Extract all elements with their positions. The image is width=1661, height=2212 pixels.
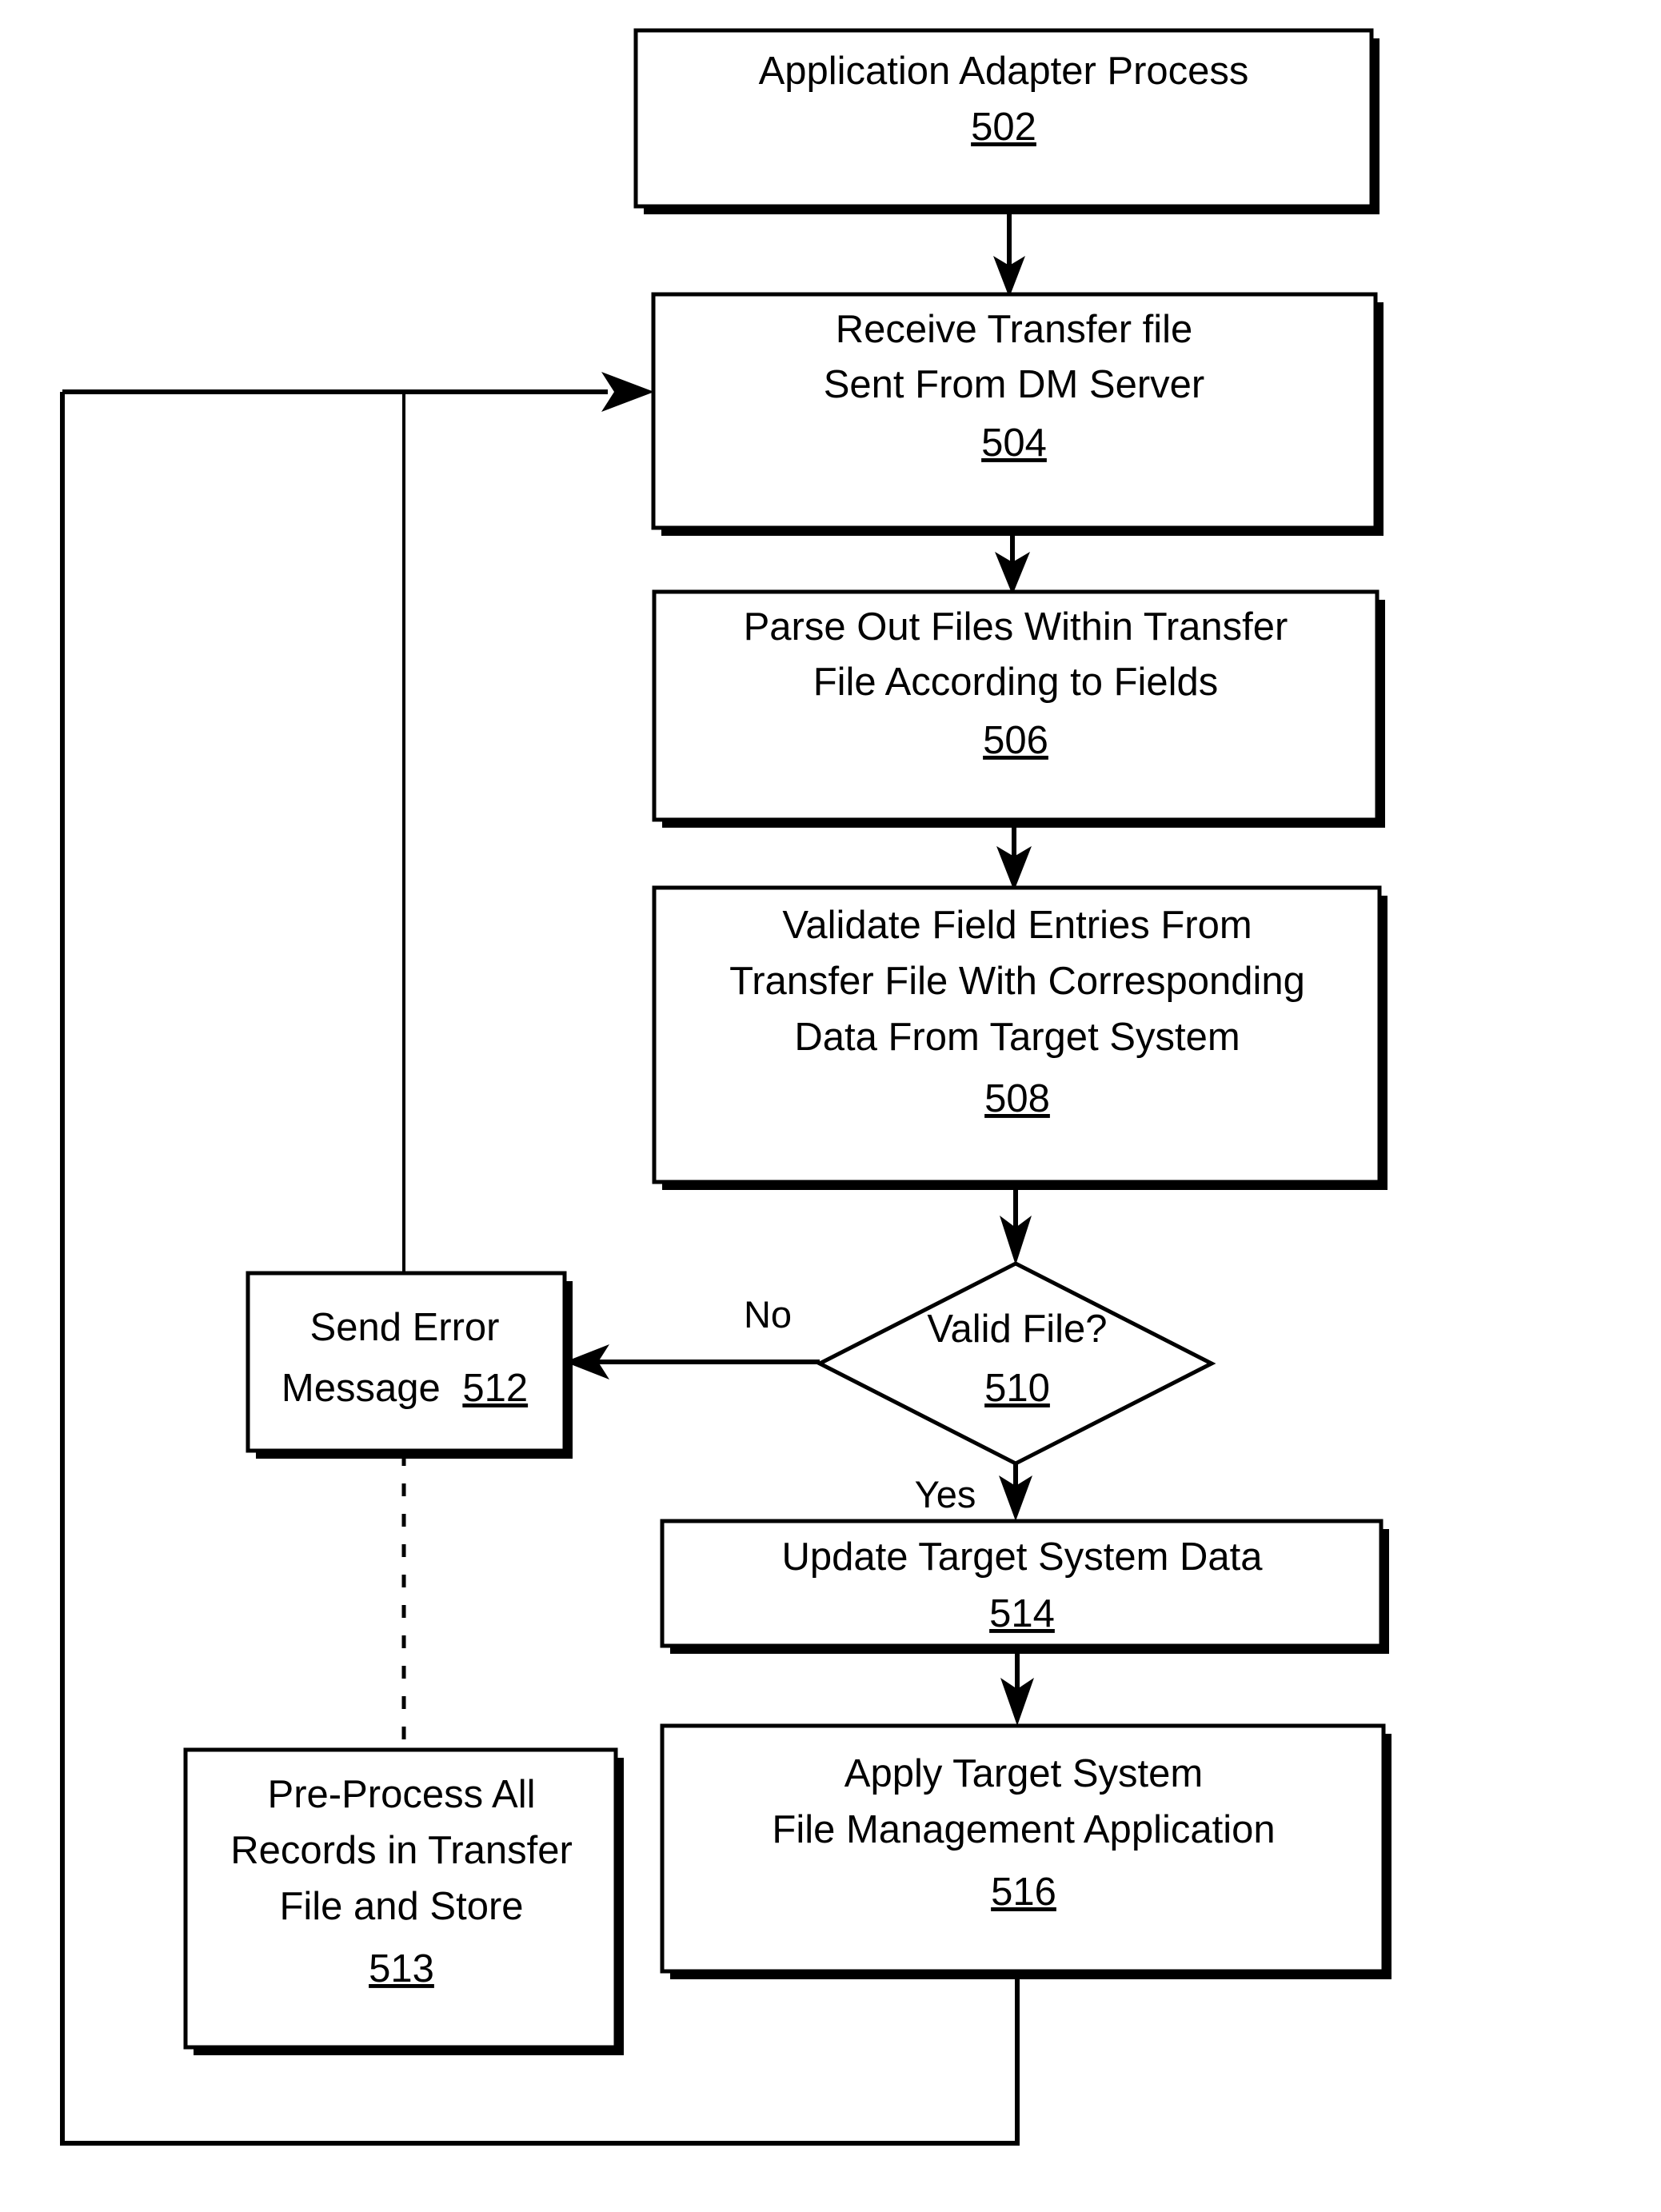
node-506-line1: Parse Out Files Within Transfer bbox=[744, 605, 1288, 649]
node-506-line2: File According to Fields bbox=[813, 661, 1219, 704]
node-508-validate-field-entries: Validate Field Entries From Transfer Fil… bbox=[652, 885, 1387, 1190]
node-502-line1: Application Adapter Process bbox=[759, 50, 1249, 93]
node-514-update-target-system-data: Update Target System Data 514 bbox=[660, 1519, 1389, 1654]
edge-504-to-506 bbox=[995, 528, 1030, 595]
node-510-ref: 510 bbox=[984, 1367, 1050, 1410]
node-508-ref: 508 bbox=[984, 1077, 1050, 1120]
edge-506-to-508 bbox=[996, 820, 1032, 891]
node-514-line1: Update Target System Data bbox=[781, 1535, 1263, 1579]
node-513-ref: 513 bbox=[369, 1947, 434, 1990]
flowchart-canvas: Application Adapter Process 502 Receive … bbox=[60, 28, 1391, 2146]
node-513-line2: Records in Transfer bbox=[230, 1829, 573, 1872]
node-502-application-adapter-process: Application Adapter Process 502 bbox=[633, 28, 1380, 214]
edge-label-yes: Yes bbox=[915, 1473, 976, 1515]
node-504-ref: 504 bbox=[981, 421, 1047, 465]
edge-510-to-514-yes bbox=[999, 1463, 1032, 1521]
node-516-line2: File Management Application bbox=[772, 1808, 1275, 1851]
node-506-ref: 506 bbox=[983, 719, 1048, 762]
node-510-valid-file-decision: Valid File? 510 bbox=[815, 1261, 1216, 1466]
edge-label-no: No bbox=[744, 1293, 792, 1336]
node-510-line1: Valid File? bbox=[927, 1308, 1107, 1351]
edge-508-to-510 bbox=[1000, 1182, 1032, 1265]
flowchart-figure: Application Adapter Process 502 Receive … bbox=[0, 0, 1661, 2212]
node-512-line2-text: Message bbox=[281, 1367, 441, 1410]
node-512-ref: 512 bbox=[462, 1367, 528, 1410]
node-512-send-error-message: Send Error Message 512 bbox=[246, 1271, 573, 1459]
node-516-line1: Apply Target System bbox=[844, 1752, 1203, 1795]
node-502-ref: 502 bbox=[971, 106, 1036, 149]
edge-510-to-512-no bbox=[565, 1344, 820, 1380]
node-508-line1: Validate Field Entries From bbox=[782, 904, 1252, 947]
node-513-pre-process-all-records: Pre-Process All Records in Transfer File… bbox=[183, 1747, 624, 2055]
node-512-line2: Message 512 bbox=[281, 1367, 528, 1410]
node-516-apply-target-system-fma: Apply Target System File Management Appl… bbox=[660, 1723, 1391, 1979]
node-516-ref: 516 bbox=[991, 1871, 1056, 1914]
node-504-line1: Receive Transfer file bbox=[836, 308, 1193, 351]
edge-514-to-516 bbox=[1000, 1654, 1034, 1726]
node-506-parse-out-files: Parse Out Files Within Transfer File Acc… bbox=[652, 589, 1385, 828]
node-513-line3: File and Store bbox=[279, 1885, 523, 1928]
node-514-ref: 514 bbox=[989, 1592, 1055, 1635]
node-508-line2: Transfer File With Corresponding bbox=[729, 960, 1305, 1003]
node-512-line1: Send Error bbox=[310, 1306, 500, 1349]
node-508-line3: Data From Target System bbox=[794, 1016, 1240, 1059]
node-504-receive-transfer-file: Receive Transfer file Sent From DM Serve… bbox=[651, 292, 1384, 536]
edge-502-to-504 bbox=[993, 206, 1025, 297]
node-504-line2: Sent From DM Server bbox=[824, 363, 1204, 406]
node-513-line1: Pre-Process All bbox=[268, 1773, 536, 1816]
